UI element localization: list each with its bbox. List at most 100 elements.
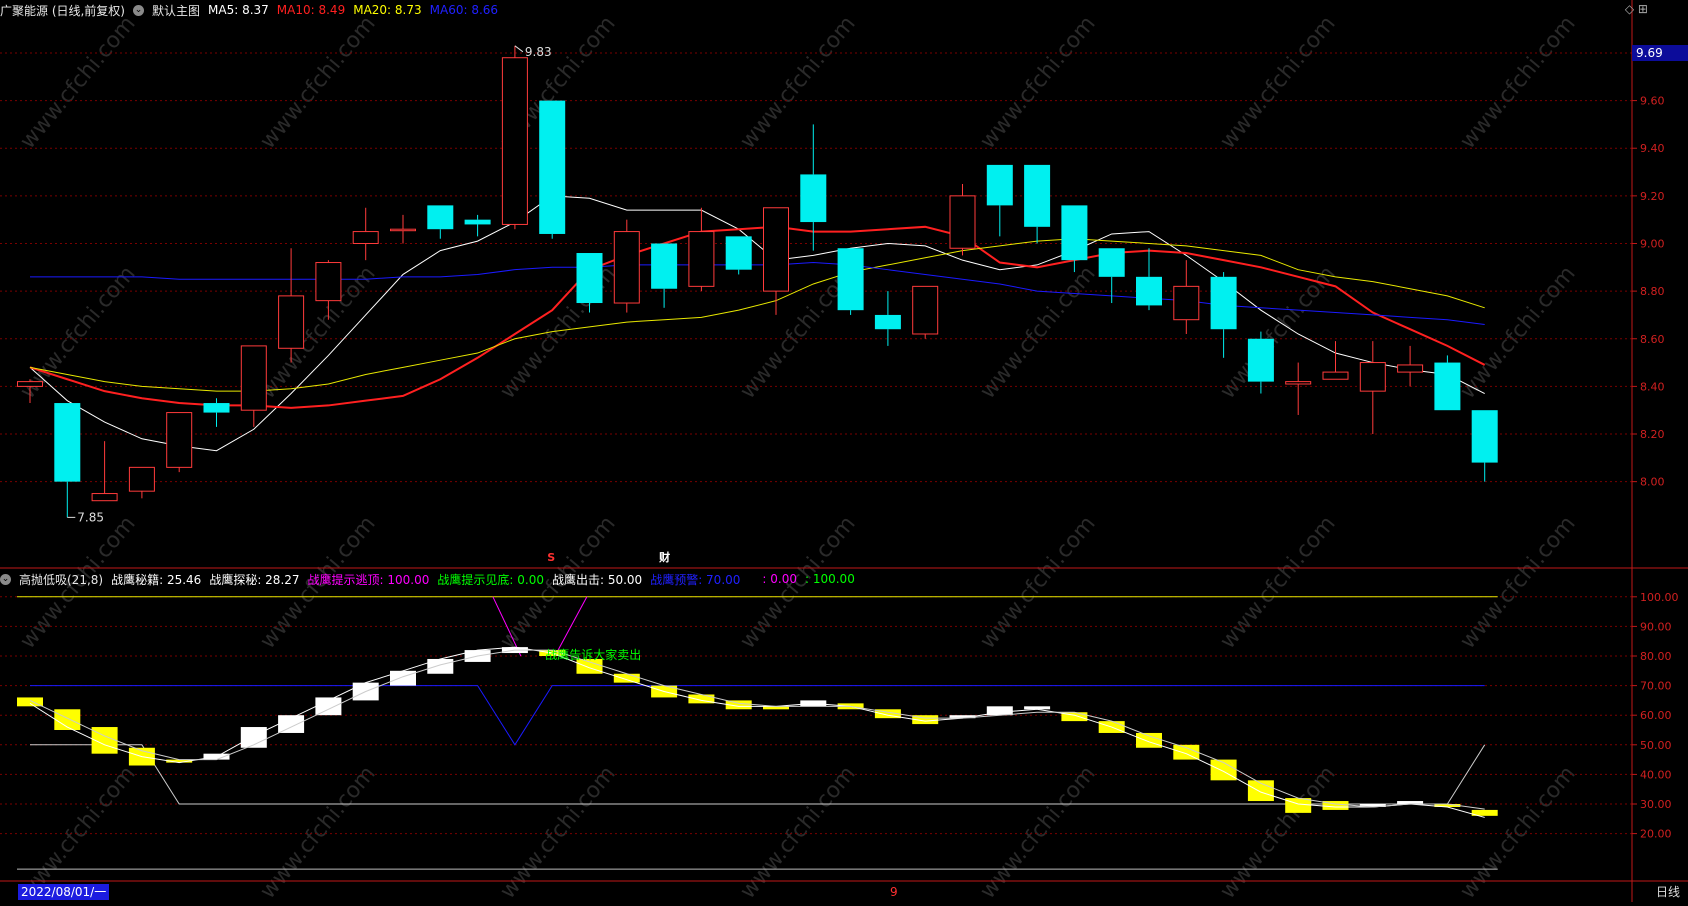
candle — [912, 285, 939, 339]
indicator-tick-label: 90.00 — [1640, 620, 1672, 633]
candle — [763, 207, 789, 315]
candle — [725, 236, 752, 275]
candle-body — [91, 493, 118, 502]
candle-body — [1210, 276, 1237, 330]
indicator-tick-label: 40.00 — [1640, 768, 1672, 781]
ma5-label: MA5: 8.37 — [208, 3, 269, 17]
candle-body — [725, 236, 752, 270]
candle — [240, 345, 267, 427]
candle — [352, 207, 379, 261]
candle-body — [837, 248, 864, 311]
candle — [539, 100, 566, 239]
candle-body — [1173, 285, 1200, 321]
candle-body — [1471, 410, 1498, 463]
chevron-down-icon[interactable]: ⌄ — [133, 4, 144, 16]
candle — [501, 45, 528, 230]
watermark-text: www.cfchi.com — [15, 11, 140, 153]
ma60-line — [30, 262, 1485, 325]
candle — [874, 291, 901, 346]
date-cursor[interactable]: 2022/08/01/一 — [18, 884, 110, 900]
price-tick-label: 8.80 — [1640, 285, 1665, 298]
candle — [464, 214, 491, 237]
candle — [1397, 345, 1424, 387]
watermark-text: www.cfchi.com — [255, 11, 380, 153]
watermark-layer: www.cfchi.com www.cfchi.com www.cfchi.com w… — [15, 11, 1580, 903]
candle — [1359, 341, 1386, 435]
indicator-tick-label: 20.00 — [1640, 828, 1672, 841]
candle-body — [651, 243, 678, 289]
candle — [1322, 341, 1349, 380]
candle-body — [128, 466, 155, 492]
candle-body — [949, 195, 976, 249]
candle-body — [874, 314, 901, 330]
candle — [128, 466, 155, 499]
event-marker: S — [547, 551, 555, 564]
chevron-down-icon[interactable]: ⌄ — [0, 573, 11, 585]
candle — [613, 219, 640, 313]
indicator-bar — [390, 670, 416, 686]
indicator-value-taoding: 战鹰提示逃顶: 100.00 — [307, 572, 430, 587]
indicator-tick-label: 100.00 — [1640, 591, 1679, 604]
candle-body — [315, 262, 342, 302]
candle-body — [576, 253, 603, 304]
watermark-text: www.cfchi.com — [975, 11, 1100, 153]
month-marker: 9 — [890, 885, 898, 899]
candle-body — [352, 231, 379, 244]
main-chart-header: 广聚能源 (日线,前复权) ⌄ 默认主图 MA5: 8.37 MA10: 8.4… — [0, 0, 498, 20]
candle-body — [986, 164, 1013, 206]
indicator-bar — [427, 658, 454, 674]
indicator-value-yujing: 战鹰预警: 70.00 — [650, 572, 741, 587]
candle-body — [390, 228, 416, 232]
indicator-bar — [1136, 732, 1162, 748]
candle — [390, 214, 416, 244]
candle — [651, 243, 678, 308]
high-marker-arrow — [514, 45, 524, 53]
candle-body — [427, 205, 454, 230]
watermark-text: www.cfchi.com — [1455, 511, 1580, 653]
watermark-text: www.cfchi.com — [1455, 261, 1580, 403]
candle-body — [1359, 362, 1386, 392]
indicator-bar — [1173, 744, 1200, 760]
candle-body — [54, 403, 81, 482]
candle — [986, 164, 1013, 237]
candle — [54, 403, 81, 518]
indicator-tick-label: 70.00 — [1640, 680, 1672, 693]
price-tick-label: 9.60 — [1640, 95, 1665, 108]
candle-body — [1397, 364, 1424, 373]
stock-title[interactable]: 广聚能源 (日线,前复权) — [0, 2, 125, 19]
period-selector[interactable]: 日线 — [1656, 884, 1680, 900]
candle-body — [464, 219, 491, 225]
candle-body — [1322, 371, 1349, 380]
candle-body — [1136, 276, 1162, 306]
candle — [1136, 248, 1162, 311]
candle — [1471, 410, 1498, 482]
high-price-label: 9.83 — [525, 45, 552, 59]
event-marker: 财 — [658, 550, 670, 564]
indicator-value-jiandi: 战鹰提示见底: 0.00 — [437, 572, 544, 587]
candle — [949, 183, 976, 256]
candle-body — [203, 403, 230, 413]
candle-body — [240, 345, 267, 411]
candle — [203, 398, 230, 427]
watermark-text: www.cfchi.com — [735, 11, 860, 153]
candle-body — [1024, 164, 1051, 227]
candle-body — [763, 207, 789, 292]
candle — [427, 205, 454, 239]
candle-body — [539, 100, 566, 234]
price-tick-label: 9.40 — [1640, 142, 1665, 155]
watermark-text: www.cfchi.com — [975, 511, 1100, 653]
candle — [1434, 355, 1461, 411]
indicator-tick-label: 80.00 — [1640, 650, 1672, 663]
indicator-name[interactable]: 高抛低吸(21,8) — [19, 571, 103, 588]
ma60-label: MA60: 8.66 — [429, 3, 499, 17]
price-tick-label: 8.00 — [1640, 476, 1665, 489]
price-tick-label: 8.40 — [1640, 380, 1665, 393]
indicator-value-chuji: 战鹰出击: 50.00 — [551, 572, 643, 587]
main-chart-label[interactable]: 默认主图 — [152, 2, 200, 19]
indicator-tick-label: 30.00 — [1640, 798, 1672, 811]
window-controls[interactable]: ◇ ⊞ — [1625, 2, 1648, 16]
indicator-value-tanmi: 战鹰探秘: 28.27 — [209, 572, 300, 587]
candle-body — [1061, 205, 1088, 261]
price-tick-label: 8.20 — [1640, 428, 1665, 441]
grid-layer — [0, 52, 1632, 835]
